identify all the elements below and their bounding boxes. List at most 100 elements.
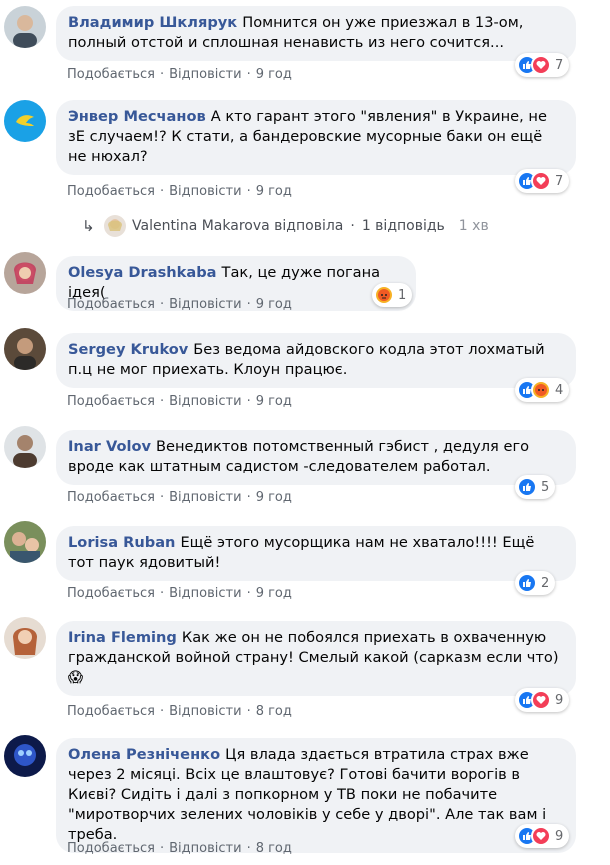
- reaction-count: 9: [555, 692, 564, 708]
- reactions-summary[interactable]: 9: [515, 824, 570, 848]
- comment-actions: Подобається · Відповісти · 8 год: [67, 704, 292, 719]
- separator: ·: [246, 586, 251, 601]
- like-link[interactable]: Подобається: [67, 841, 155, 856]
- like-icon: [517, 477, 537, 497]
- author-name[interactable]: Олена Резніченко: [68, 746, 220, 763]
- like-link[interactable]: Подобається: [67, 586, 155, 601]
- reply-link[interactable]: Відповісти: [169, 841, 241, 856]
- reply-avatar: [104, 215, 126, 237]
- reactions-summary[interactable]: 2: [515, 571, 556, 595]
- reply-time: 1 хв: [458, 218, 489, 234]
- comment-bubble: Sergey Krukov Без ведома айдовского кодла…: [56, 333, 576, 388]
- avatar[interactable]: [4, 100, 46, 142]
- love-icon: [531, 55, 551, 75]
- separator: ·: [160, 297, 165, 312]
- author-name[interactable]: Sergey Krukov: [68, 341, 188, 358]
- author-name[interactable]: Inar Volov: [68, 438, 151, 455]
- angry-icon: [531, 380, 551, 400]
- separator: ·: [246, 297, 251, 312]
- love-icon: [531, 171, 551, 191]
- love-icon: [531, 690, 551, 710]
- reaction-count: 5: [541, 479, 550, 495]
- reaction-count: 2: [541, 575, 550, 591]
- like-icon: [517, 573, 537, 593]
- reactions-summary[interactable]: 9: [515, 688, 570, 712]
- timestamp[interactable]: 9 год: [256, 184, 292, 199]
- separator: ·: [160, 184, 165, 199]
- reactions-summary[interactable]: 5: [515, 475, 556, 499]
- reactions-summary[interactable]: 7: [515, 169, 570, 193]
- avatar[interactable]: [4, 252, 46, 294]
- angry-icon: [374, 285, 394, 305]
- reaction-count: 1: [398, 287, 407, 303]
- separator: ·: [246, 704, 251, 719]
- timestamp[interactable]: 8 год: [256, 841, 292, 856]
- author-name[interactable]: Владимир Шклярук: [68, 14, 237, 31]
- reply-link[interactable]: Відповісти: [169, 490, 241, 505]
- comment-actions: Подобається · Відповісти · 9 год: [67, 490, 292, 505]
- timestamp[interactable]: 9 год: [256, 394, 292, 409]
- comment-actions: Подобається · Відповісти · 9 год: [67, 184, 292, 199]
- reply-link[interactable]: Відповісти: [169, 297, 241, 312]
- reaction-count: 4: [555, 382, 564, 398]
- timestamp[interactable]: 8 год: [256, 704, 292, 719]
- reply-verb: відповіла: [274, 218, 344, 234]
- reactions-summary[interactable]: 1: [372, 283, 413, 307]
- avatar[interactable]: [4, 521, 46, 563]
- reply-count[interactable]: 1 відповідь: [362, 218, 445, 234]
- comment-actions: Подобається · Відповісти · 8 год: [67, 841, 292, 856]
- comment-bubble: Владимир Шклярук Помнится он уже приезжал…: [56, 6, 576, 61]
- avatar[interactable]: [4, 617, 46, 659]
- author-name[interactable]: Энвер Месчанов: [68, 108, 206, 125]
- timestamp[interactable]: 9 год: [256, 586, 292, 601]
- reactions-summary[interactable]: 7: [515, 53, 570, 77]
- author-name[interactable]: Irina Fleming: [68, 629, 177, 646]
- avatar[interactable]: [4, 328, 46, 370]
- separator: ·: [160, 67, 165, 82]
- reaction-count: 9: [555, 828, 564, 844]
- like-link[interactable]: Подобається: [67, 184, 155, 199]
- timestamp[interactable]: 9 год: [256, 297, 292, 312]
- like-link[interactable]: Подобається: [67, 67, 155, 82]
- like-link[interactable]: Подобається: [67, 394, 155, 409]
- reply-link[interactable]: Відповісти: [169, 704, 241, 719]
- reaction-count: 7: [555, 173, 564, 189]
- separator: ·: [246, 184, 251, 199]
- separator: ·: [160, 704, 165, 719]
- comment-actions: Подобається · Відповісти · 9 год: [67, 67, 292, 82]
- comment-bubble: Inar Volov Венедиктов потомственный гэбис…: [56, 430, 576, 485]
- reply-arrow-icon: ↳: [82, 217, 95, 235]
- separator: ·: [246, 394, 251, 409]
- author-name[interactable]: Lorisa Ruban: [68, 534, 175, 551]
- separator: ·: [160, 394, 165, 409]
- comment-bubble: Олена Резніченко Ця влада здається втрати…: [56, 738, 576, 853]
- avatar[interactable]: [4, 426, 46, 468]
- avatar[interactable]: [4, 6, 46, 48]
- avatar[interactable]: [4, 735, 46, 777]
- reactions-summary[interactable]: 4: [515, 378, 570, 402]
- comment-actions: Подобається · Відповісти · 9 год: [67, 586, 292, 601]
- author-name[interactable]: Olesya Drashkaba: [68, 264, 217, 281]
- love-icon: [531, 826, 551, 846]
- like-link[interactable]: Подобається: [67, 490, 155, 505]
- reply-link[interactable]: Відповісти: [169, 586, 241, 601]
- comment-bubble: Энвер Месчанов А кто гарант этого "явлени…: [56, 100, 576, 175]
- reply-link[interactable]: Відповісти: [169, 184, 241, 199]
- separator: ·: [160, 586, 165, 601]
- timestamp[interactable]: 9 год: [256, 67, 292, 82]
- timestamp[interactable]: 9 год: [256, 490, 292, 505]
- reaction-count: 7: [555, 57, 564, 73]
- separator: ·: [246, 67, 251, 82]
- view-replies-row[interactable]: ↳ Valentina Makarova відповіла · 1 відпо…: [82, 215, 489, 237]
- comment-actions: Подобається · Відповісти · 9 год: [67, 297, 292, 312]
- separator: ·: [246, 490, 251, 505]
- like-link[interactable]: Подобається: [67, 704, 155, 719]
- comment-bubble: Irina Fleming Как же он не побоялся приех…: [56, 621, 576, 696]
- like-link[interactable]: Подобається: [67, 297, 155, 312]
- reply-link[interactable]: Відповісти: [169, 67, 241, 82]
- separator: ·: [350, 218, 355, 234]
- reply-link[interactable]: Відповісти: [169, 394, 241, 409]
- scream-emoji: 😱: [68, 669, 84, 686]
- reply-author[interactable]: Valentina Makarova: [132, 218, 270, 234]
- separator: ·: [160, 490, 165, 505]
